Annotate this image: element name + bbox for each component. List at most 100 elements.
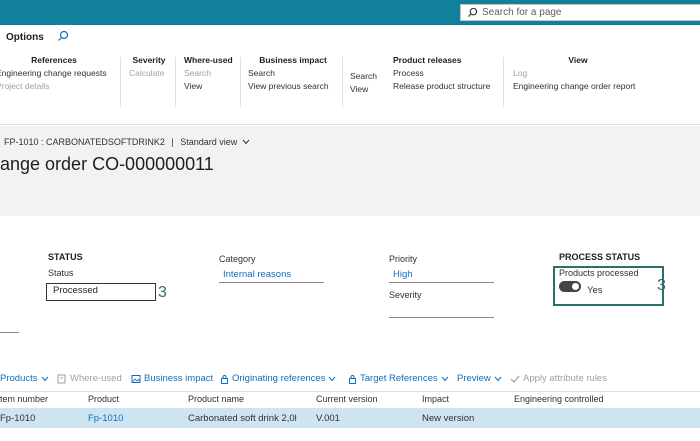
severity-field[interactable]	[389, 317, 494, 318]
product-search-button[interactable]: Search	[350, 71, 382, 81]
products-label: Products	[0, 373, 38, 384]
calculate-button[interactable]: Calculate	[129, 68, 169, 78]
status-section-heading: STATUS	[48, 252, 83, 262]
severity-label: Severity	[389, 290, 422, 300]
products-processed-value: Yes	[587, 285, 603, 296]
log-button[interactable]: Log	[513, 68, 643, 78]
action-pane: Options References Engineering change re…	[0, 25, 700, 125]
priority-value[interactable]: High	[393, 269, 413, 280]
chevron-down-icon	[329, 376, 336, 381]
lines-toolbar: Products Where-used Business impact Orig…	[0, 370, 700, 388]
process-button[interactable]: Process	[393, 68, 498, 78]
cell-item-number: Fp-1010	[0, 413, 36, 424]
group-product-releases: Product releases Process Release product…	[393, 55, 498, 91]
group-title: Where-used	[184, 55, 233, 65]
apply-attribute-rules-label: Apply attribute rules	[523, 373, 607, 384]
group-severity: Severity Calculate	[129, 55, 169, 78]
release-product-structure-button[interactable]: Release product structure	[393, 81, 498, 91]
priority-underline	[389, 282, 494, 283]
category-underline	[219, 282, 324, 283]
search-placeholder: Search for a page	[482, 7, 562, 18]
callout-number-status: 3	[158, 284, 167, 301]
callout-number-process: 3	[657, 277, 666, 294]
status-label: Status	[48, 268, 74, 278]
chevron-down-icon	[242, 139, 250, 145]
column-header-impact[interactable]: Impact	[422, 394, 449, 404]
column-header-product[interactable]: Product	[88, 394, 119, 404]
engineering-change-order-report-button[interactable]: Engineering change order report	[513, 81, 643, 91]
category-label: Category	[219, 254, 256, 264]
column-header-product-name[interactable]: Product name	[188, 394, 244, 404]
view-selector[interactable]: Standard view	[180, 137, 250, 147]
tab-options[interactable]: Options	[6, 32, 44, 43]
image-icon	[131, 374, 141, 383]
products-processed-label: Products processed	[559, 268, 639, 278]
cell-impact: New version	[422, 413, 475, 424]
breadcrumb-product: FP-1010 : CARBONATEDSOFTDRINK2	[4, 137, 165, 147]
group-references: References Engineering change requests P…	[0, 55, 108, 91]
divider	[120, 57, 121, 107]
column-header-engineering-controlled[interactable]: Engineering controlled	[514, 394, 604, 404]
lock-icon	[221, 374, 228, 384]
where-used-view-button[interactable]: View	[184, 81, 234, 91]
target-references-label: Target References	[360, 373, 438, 384]
view-previous-search-button[interactable]: View previous search	[248, 81, 338, 91]
divider	[240, 57, 241, 107]
group-title: View	[568, 55, 588, 65]
grid-header: tem number Product Product name Current …	[0, 391, 700, 407]
chevron-down-icon	[41, 376, 48, 381]
product-view-button[interactable]: View	[350, 84, 382, 94]
page-title: ange order CO-000000011	[0, 154, 214, 174]
engineering-change-requests-button[interactable]: Engineering change requests	[0, 68, 108, 78]
checkmark-icon	[510, 375, 520, 383]
group-title: Product releases	[393, 55, 462, 65]
top-nav-bar: Search for a page	[0, 0, 700, 25]
products-menu-button[interactable]: Products	[0, 373, 52, 384]
where-used-search-button[interactable]: Search	[184, 68, 234, 78]
originating-references-button[interactable]: Originating references	[220, 373, 339, 384]
preview-button[interactable]: Preview	[457, 373, 505, 384]
group-title: References	[31, 55, 77, 65]
business-impact-search-button[interactable]: Search	[248, 68, 338, 78]
chevron-down-icon	[441, 376, 449, 381]
priority-label: Priority	[389, 254, 418, 264]
chevron-down-icon	[494, 376, 502, 381]
status-value: Processed	[53, 285, 98, 296]
apply-attribute-rules-button[interactable]: Apply attribute rules	[510, 373, 607, 384]
column-header-current-version[interactable]: Current version	[316, 394, 378, 404]
where-used-label: Where-used	[70, 373, 122, 384]
toggle-knob	[572, 283, 579, 290]
preview-label: Preview	[457, 373, 491, 384]
table-row[interactable]: Fp-1010 Fp-1010 Carbonated soft drink 2,…	[0, 408, 700, 428]
group-title: Severity	[132, 55, 166, 65]
where-used-button[interactable]: Where-used	[57, 373, 122, 384]
document-search-icon	[57, 374, 66, 383]
cell-current-version: V.001	[316, 413, 340, 424]
left-field-underline	[0, 332, 19, 333]
process-status-heading: PROCESS STATUS	[559, 252, 641, 262]
group-where-used: Where-used Search View	[184, 55, 234, 91]
group-view: View Log Engineering change order report	[513, 55, 643, 91]
cell-product[interactable]: Fp-1010	[88, 413, 123, 424]
breadcrumb: FP-1010 : CARBONATEDSOFTDRINK2 | Standar…	[4, 137, 250, 147]
group-title: Business impact	[259, 55, 327, 65]
project-details-button[interactable]: Project details	[0, 81, 108, 91]
view-name: Standard view	[180, 137, 238, 147]
products-processed-toggle[interactable]	[559, 281, 581, 292]
action-search-icon[interactable]	[57, 30, 69, 42]
column-header-item-number[interactable]: tem number	[0, 394, 48, 404]
category-value[interactable]: Internal reasons	[223, 269, 291, 280]
business-impact-button[interactable]: Business impact	[131, 373, 213, 384]
cell-product-name: Carbonated soft drink 2,0l	[188, 413, 297, 424]
group-product-search: Search View	[350, 68, 382, 94]
business-impact-label: Business impact	[144, 373, 214, 384]
divider	[503, 57, 504, 107]
target-references-button[interactable]: Target References	[348, 373, 452, 384]
divider	[175, 57, 176, 107]
search-icon	[467, 7, 478, 18]
breadcrumb-separator: |	[171, 137, 174, 147]
page-search-box[interactable]: Search for a page	[460, 4, 700, 21]
group-business-impact: Business impact Search View previous sea…	[248, 55, 338, 91]
page-header: FP-1010 : CARBONATEDSOFTDRINK2 | Standar…	[0, 126, 700, 216]
lock-icon	[349, 374, 356, 384]
